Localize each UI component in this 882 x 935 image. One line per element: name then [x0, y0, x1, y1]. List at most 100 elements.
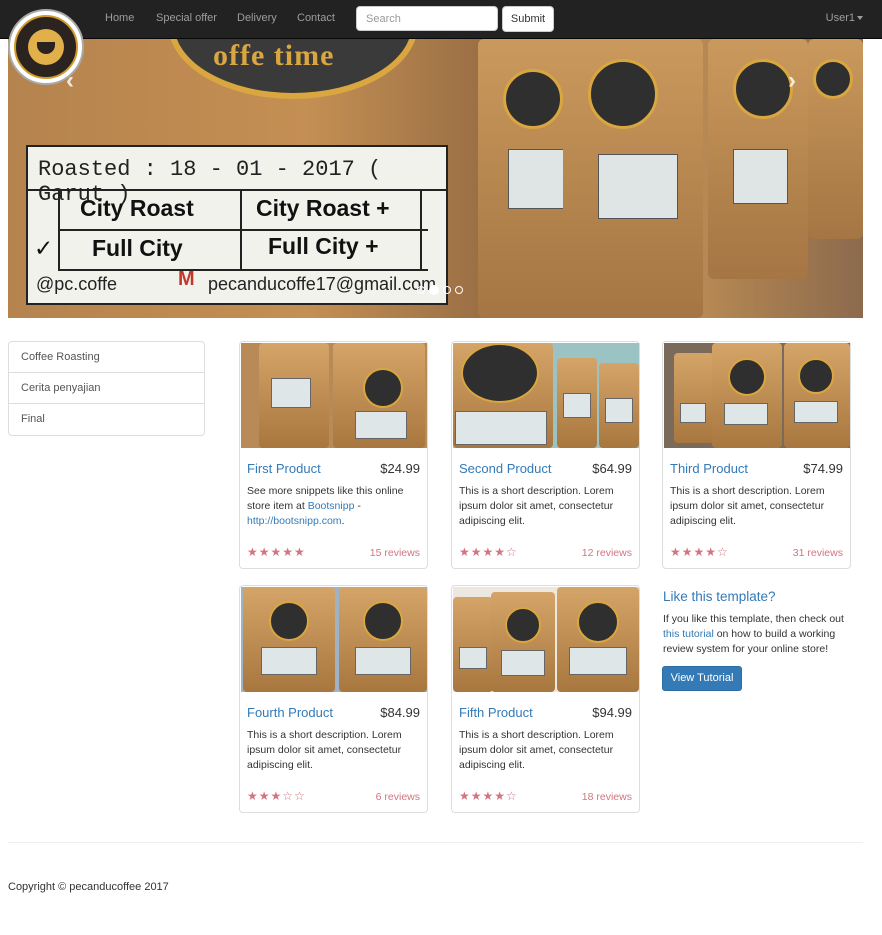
review-count[interactable]: 31 reviews: [793, 547, 843, 559]
user-menu[interactable]: User1: [826, 12, 863, 24]
nav-link-home[interactable]: Home: [105, 12, 134, 24]
star-rating: ★★★☆☆: [247, 789, 306, 803]
user-menu-label: User1: [825, 12, 855, 24]
tutorial-link[interactable]: this tutorial: [663, 628, 714, 640]
sidebar-item-final[interactable]: Final: [9, 404, 204, 435]
grid-line: [240, 191, 242, 271]
bag-seal: [503, 69, 563, 129]
product-bag: [557, 358, 597, 448]
nav-link-contact[interactable]: Contact: [297, 12, 335, 24]
carousel-seal-text: offe time: [213, 39, 335, 72]
product-description: This is a short description. Lorem ipsum…: [670, 485, 825, 527]
product-title[interactable]: Third Product: [670, 461, 748, 476]
view-tutorial-button[interactable]: View Tutorial: [662, 666, 742, 691]
bag-label: [605, 398, 633, 423]
top-navbar: Home Special offer Delivery Contact Subm…: [0, 0, 882, 39]
carousel-indicator[interactable]: [455, 285, 463, 294]
check-icon: ✓: [34, 235, 54, 261]
bag-seal: [461, 343, 539, 403]
promo-text-prefix: If you like this template, then check ou…: [663, 613, 844, 625]
bag-label: [355, 411, 407, 439]
review-count[interactable]: 12 reviews: [582, 547, 632, 559]
carousel-next-icon[interactable]: ›: [788, 67, 796, 95]
product-bag: [453, 343, 553, 448]
grid-line: [58, 191, 60, 271]
search-input[interactable]: [356, 6, 498, 31]
bag-label: [261, 647, 317, 675]
label-city-roast-plus: City Roast +: [256, 195, 390, 221]
bag-label: [569, 647, 627, 675]
carousel-roast-label: Roasted : 18 - 01 - 2017 ( Garut ) City …: [26, 145, 448, 305]
desc-text: .: [341, 515, 345, 527]
hero-carousel: offe time Roasted : 18 - 01 - 2017 ( Gar…: [8, 39, 863, 318]
bootsnipp-link[interactable]: Bootsnipp: [308, 500, 355, 512]
carousel-indicator-active[interactable]: [429, 284, 439, 295]
carousel-indicator[interactable]: [417, 285, 425, 294]
product-image[interactable]: [453, 343, 639, 448]
bag-label: [355, 647, 411, 675]
bag-seal: [733, 59, 793, 119]
star-rating: ★★★★★: [247, 545, 306, 559]
product-price: $94.99: [592, 705, 632, 720]
review-count[interactable]: 15 reviews: [370, 547, 420, 559]
product-title[interactable]: Fourth Product: [247, 705, 333, 720]
product-title[interactable]: Fifth Product: [459, 705, 533, 720]
promo-text: If you like this template, then check ou…: [663, 612, 853, 657]
desc-text: -: [354, 500, 361, 512]
bag-seal: [798, 358, 834, 394]
product-card: Fifth Product $94.99 This is a short des…: [451, 585, 640, 813]
copyright-text: Copyright © pecanducoffee 2017: [8, 881, 169, 893]
product-image[interactable]: [241, 343, 427, 448]
brand-logo[interactable]: [8, 9, 84, 85]
product-bag: [259, 343, 329, 448]
sidebar-item-cerita-penyajian[interactable]: Cerita penyajian: [9, 373, 204, 404]
review-count[interactable]: 6 reviews: [376, 791, 420, 803]
product-bag: [557, 587, 639, 692]
label-city-roast: City Roast: [80, 195, 194, 221]
bootsnipp-url-link[interactable]: http://bootsnipp.com: [247, 515, 342, 527]
sidebar-item-coffee-roasting[interactable]: Coffee Roasting: [9, 342, 204, 373]
carousel-indicator[interactable]: [443, 285, 451, 294]
bag-label: [459, 647, 487, 669]
product-card: Second Product $64.99 This is a short de…: [451, 341, 640, 569]
gmail-icon: M: [178, 268, 195, 290]
carousel-indicators: [417, 282, 467, 296]
product-description: This is a short description. Lorem ipsum…: [247, 729, 402, 771]
product-bag: [599, 363, 639, 448]
product-description: This is a short description. Lorem ipsum…: [459, 729, 614, 771]
nav-link-special-offer[interactable]: Special offer: [156, 12, 217, 24]
caret-down-icon: [857, 16, 863, 21]
bag-seal: [577, 601, 619, 643]
product-title[interactable]: First Product: [247, 461, 321, 476]
product-bag: [243, 587, 335, 692]
nav-link-delivery[interactable]: Delivery: [237, 12, 277, 24]
footer-divider: [8, 842, 863, 843]
product-image[interactable]: [664, 343, 850, 448]
label-grid: City Roast City Roast + ✓ Full City Full…: [28, 189, 446, 271]
product-bag: [491, 592, 555, 692]
bag-seal: [363, 368, 403, 408]
promo-title: Like this template?: [663, 589, 776, 604]
product-bag: [333, 343, 425, 448]
product-card: Fourth Product $84.99 This is a short de…: [239, 585, 428, 813]
coffee-cup-icon: [37, 42, 55, 54]
product-title[interactable]: Second Product: [459, 461, 552, 476]
logo-center: [28, 29, 64, 65]
product-card: Third Product $74.99 This is a short des…: [662, 341, 851, 569]
bag-label: [733, 149, 788, 204]
bag-label: [455, 411, 547, 445]
label-email: pecanducoffe17@gmail.com: [208, 274, 437, 294]
review-count[interactable]: 18 reviews: [582, 791, 632, 803]
bag-seal: [505, 607, 541, 643]
product-bag: [712, 343, 782, 448]
star-rating: ★★★★☆: [459, 789, 518, 803]
product-bag: [453, 597, 493, 692]
submit-button[interactable]: Submit: [502, 6, 554, 32]
bag-seal: [269, 601, 309, 641]
grid-line: [420, 191, 422, 271]
bag-label: [680, 403, 706, 423]
product-image[interactable]: [453, 587, 639, 692]
product-card: First Product $24.99 See more snippets l…: [239, 341, 428, 569]
product-image[interactable]: [241, 587, 427, 692]
bag-label: [563, 393, 591, 418]
